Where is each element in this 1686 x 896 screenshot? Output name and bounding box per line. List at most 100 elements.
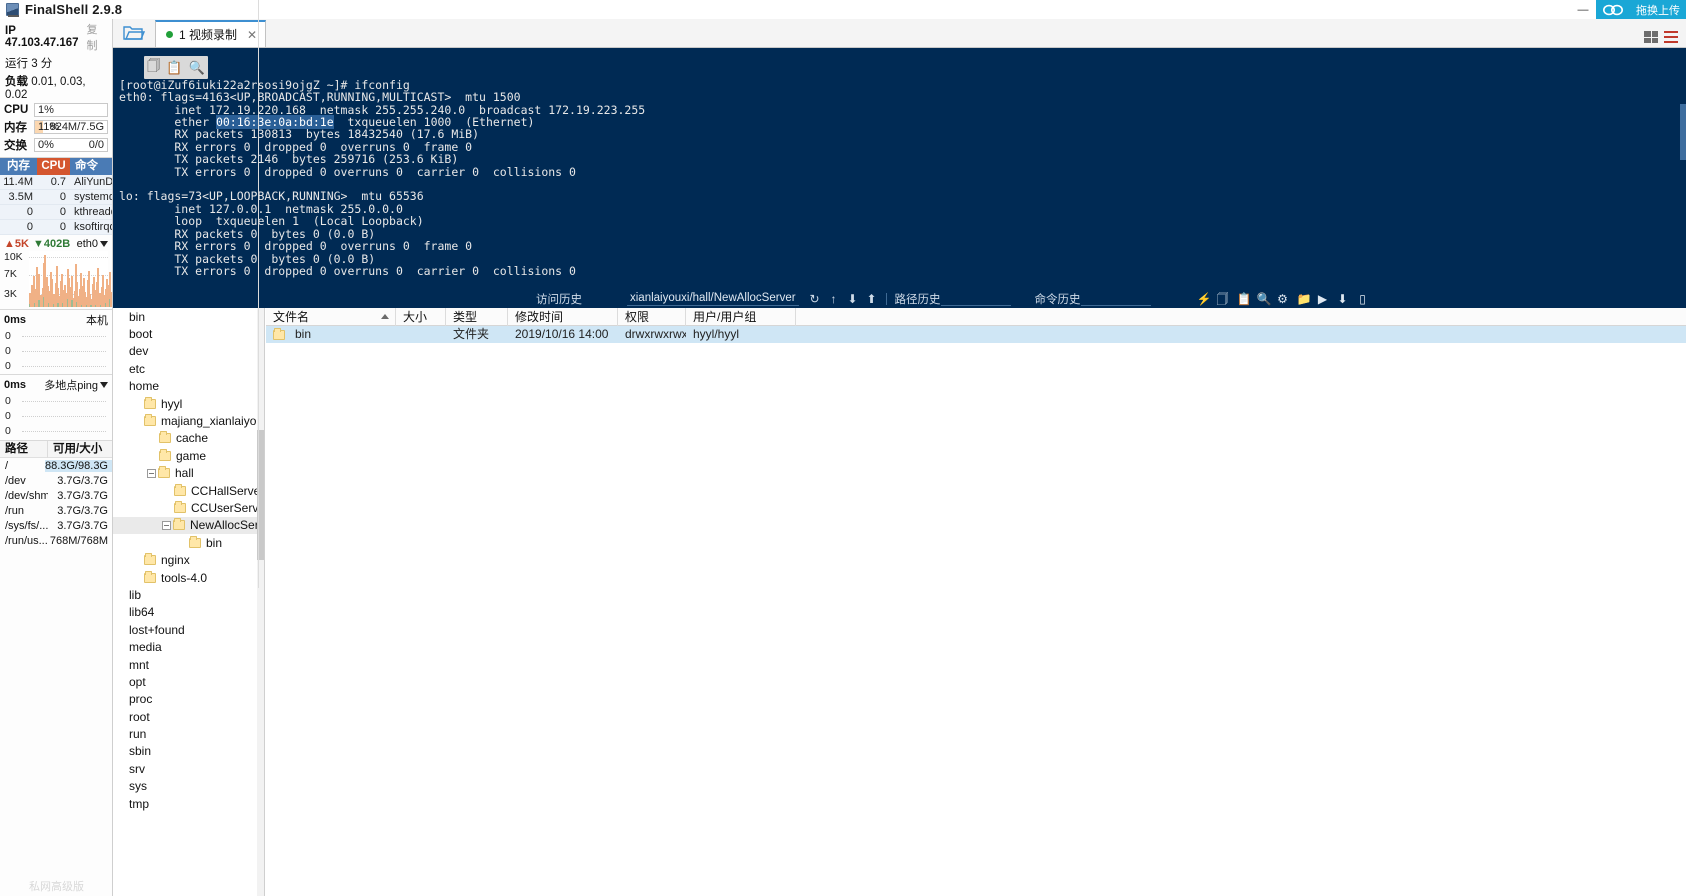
col-header-command[interactable]: 命令 — [70, 158, 112, 175]
list-view-icon[interactable] — [1664, 31, 1678, 43]
tree-node-label: bin — [129, 309, 146, 324]
tree-node-srv[interactable]: srv — [113, 760, 264, 777]
tree-node-opt[interactable]: opt — [113, 673, 264, 690]
network-interface-selector[interactable]: eth0 — [77, 238, 108, 250]
disk-row[interactable]: /dev 3.7G/3.7G — [0, 473, 112, 488]
tree-node-hall[interactable]: hall — [113, 465, 264, 482]
arrow-up-icon[interactable]: ↑ — [828, 293, 840, 305]
tree-node-mnt[interactable]: mnt — [113, 656, 264, 673]
download-icon[interactable]: ⬇ — [847, 293, 859, 305]
collapse-toggle-icon[interactable] — [162, 520, 171, 530]
tab-session-1[interactable]: 1 视频录制 ✕ — [155, 20, 267, 47]
minimize-button[interactable]: — — [1570, 0, 1596, 19]
upload-banner[interactable]: 拖换上传 — [1630, 0, 1686, 19]
disk-row[interactable]: / 88.3G/98.3G — [0, 458, 112, 473]
file-row[interactable]: bin 文件夹 2019/10/16 14:00 drwxrwxrwx hyyl/hyy… — [266, 326, 1686, 343]
upload-icon[interactable]: ⬆ — [866, 293, 878, 305]
disk-row[interactable]: /sys/fs/... 3.7G/3.7G — [0, 518, 112, 533]
terminal-context-popup[interactable]: 🗍 📋 🔍 — [144, 56, 208, 79]
command-history-button[interactable]: 命令历史 — [1035, 291, 1081, 307]
disk-row[interactable]: /run 3.7G/3.7G — [0, 503, 112, 518]
terminal-output[interactable]: [root@iZuf6iuki22a2rsosi9ojgZ ~]# ifconf… — [113, 48, 1686, 289]
col-header-cpu[interactable]: CPU — [37, 158, 70, 175]
play-icon[interactable]: ▶ — [1317, 293, 1329, 305]
tree-node-run[interactable]: run — [113, 725, 264, 742]
path-history-button[interactable]: 路径历史 — [895, 291, 941, 307]
tree-node-lib[interactable]: lib — [113, 586, 264, 603]
refresh-icon[interactable]: ↻ — [809, 293, 821, 305]
folder-icon[interactable]: 📁 — [1297, 293, 1312, 305]
disk-usage: 3.7G/3.7G — [57, 519, 108, 532]
close-icon[interactable]: ✕ — [247, 28, 257, 42]
tree-node-lost-found[interactable]: lost+found — [113, 621, 264, 638]
tree-node-proc[interactable]: proc — [113, 691, 264, 708]
process-row[interactable]: 3.5M 0 systemd — [0, 190, 112, 205]
col-header-memory[interactable]: 内存 — [0, 158, 37, 175]
col-header-size[interactable]: 大小 — [396, 308, 446, 326]
tab-strip-actions — [1644, 31, 1686, 47]
process-command: systemd — [74, 191, 112, 203]
tree-node-game[interactable]: game — [113, 447, 264, 464]
tree-node-tools-4-0[interactable]: tools-4.0 — [113, 569, 264, 586]
download-arrow-icon[interactable]: ⬇ — [1337, 293, 1349, 305]
search-icon[interactable]: 🔍 — [189, 60, 205, 76]
file-list-header: 文件名 大小 类型 修改时间 权限 用户/用户组 — [266, 308, 1686, 326]
process-row[interactable]: 0 0 ksoftirqd/ — [0, 220, 112, 235]
col-header-usage[interactable]: 可用/大小 — [48, 441, 112, 458]
window-icon[interactable]: ▯ — [1357, 293, 1369, 305]
cloud-glyph — [1603, 4, 1623, 15]
remote-path-field[interactable]: xianlaiyouxi/hall/NewAllocServer — [627, 292, 799, 306]
file-list[interactable]: 文件名 大小 类型 修改时间 权限 用户/用户组 bin 文件夹 2019/10/1… — [266, 308, 1686, 896]
tree-node-nginx[interactable]: nginx — [113, 551, 264, 568]
paste-icon[interactable]: 📋 — [166, 60, 182, 76]
copy-icon[interactable]: 🗍 — [147, 57, 160, 79]
tree-node-boot[interactable]: boot — [113, 325, 264, 342]
tree-node-bin[interactable]: bin — [113, 308, 264, 325]
disk-row[interactable]: /dev/shm 3.7G/3.7G — [0, 488, 112, 503]
tree-node-ccuserserver[interactable]: CCUserServer — [113, 499, 264, 516]
directory-tree[interactable]: bin boot dev etc home hyyl majiang_xianlaiyoux… — [113, 308, 265, 896]
tree-node-home[interactable]: home — [113, 378, 264, 395]
process-row[interactable]: 11.4M 0.7 AliYunDu — [0, 175, 112, 190]
visit-history-button[interactable]: 访问历史 — [511, 291, 607, 307]
tree-node-newallocserver[interactable]: NewAllocServer — [113, 516, 264, 535]
col-header-owner[interactable]: 用户/用户组 — [686, 308, 796, 326]
tree-node-dev[interactable]: dev — [113, 343, 264, 360]
paste-icon[interactable]: 📋 — [1237, 293, 1252, 305]
copy-ip-button[interactable]: 复制 — [86, 21, 107, 53]
process-row[interactable]: 0 0 kthreadd — [0, 205, 112, 220]
search-icon[interactable]: 🔍 — [1257, 293, 1272, 305]
col-header-filename[interactable]: 文件名 — [266, 308, 396, 326]
terminal-scrollbar[interactable] — [1680, 48, 1686, 289]
tree-node-media[interactable]: media — [113, 638, 264, 655]
tree-node-sys[interactable]: sys — [113, 778, 264, 795]
tree-node-sbin[interactable]: sbin — [113, 743, 264, 760]
disk-row[interactable]: /run/us... 768M/768M — [0, 533, 112, 548]
meter-label: CPU — [4, 104, 29, 116]
tree-node-etc[interactable]: etc — [113, 360, 264, 377]
col-header-type[interactable]: 类型 — [446, 308, 508, 326]
tree-node-tmp[interactable]: tmp — [113, 795, 264, 812]
col-header-permissions[interactable]: 权限 — [618, 308, 686, 326]
tree-node-cchallserver[interactable]: CCHallServer — [113, 482, 264, 499]
collapse-toggle-icon[interactable] — [147, 468, 156, 478]
gear-icon[interactable]: ⚙ — [1277, 293, 1289, 305]
cloud-icon[interactable] — [1596, 0, 1630, 19]
col-header-path[interactable]: 路径 — [0, 440, 48, 458]
col-header-mtime[interactable]: 修改时间 — [508, 308, 618, 326]
copy-icon[interactable]: 🗍 — [1217, 293, 1229, 305]
tree-node-majiang-xianlaiyouxi[interactable]: majiang_xianlaiyouxi — [113, 412, 264, 429]
path-history-field[interactable] — [940, 292, 1011, 306]
grid-view-icon[interactable] — [1644, 31, 1658, 43]
bolt-icon[interactable]: ⚡ — [1197, 293, 1212, 305]
command-history-field[interactable] — [1080, 292, 1151, 306]
tree-node-root[interactable]: root — [113, 708, 264, 725]
folder-open-icon[interactable] — [113, 18, 155, 47]
process-command: ksoftirqd/ — [74, 221, 112, 233]
tree-node-hyyl[interactable]: hyyl — [113, 395, 264, 412]
tree-node-bin[interactable]: bin — [113, 534, 264, 551]
multi-ping-selector[interactable]: 多地点ping — [44, 377, 108, 393]
tree-node-lib64[interactable]: lib64 — [113, 604, 264, 621]
tree-node-cache[interactable]: cache — [113, 430, 264, 447]
